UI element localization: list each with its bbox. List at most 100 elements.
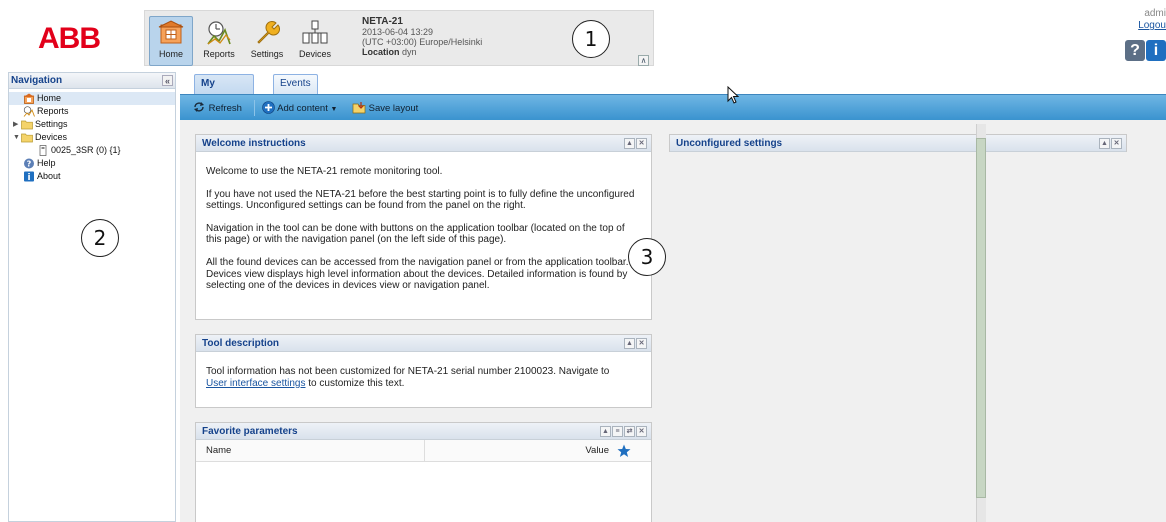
nav-item-settings[interactable]: ▶ Settings (9, 118, 175, 131)
logout-link[interactable]: Logou (1138, 20, 1166, 32)
collapse-arrow-icon[interactable]: ▼ (13, 131, 21, 144)
add-content-label: Add content (277, 103, 328, 114)
wrench-icon (257, 21, 280, 44)
welcome-instructions-panel: Welcome instructions ▲ ✕ Welcome to use t… (195, 134, 652, 320)
favorites-column-headers: Name Value (196, 440, 651, 462)
settings-icon[interactable]: ⇄ (624, 426, 635, 437)
unconfigured-settings-panel: Unconfigured settings ▲ ✕ (669, 134, 1127, 152)
refresh-icon (194, 102, 204, 112)
folder-icon (21, 120, 33, 130)
nav-item-label: 0025_3SR (0) {1} (51, 145, 121, 155)
collapse-panel-icon[interactable]: ▲ (624, 338, 635, 349)
callout-3: 3 (628, 238, 666, 276)
collapse-panel-icon[interactable]: ▲ (624, 138, 635, 149)
panel-header: Unconfigured settings ▲ ✕ (670, 135, 1126, 152)
location-value: dyn (402, 47, 417, 57)
collapse-toolbar-button[interactable]: ∧ (638, 55, 649, 66)
panel-title: Unconfigured settings (676, 138, 783, 149)
add-content-button[interactable]: Add content ▼ (262, 101, 337, 117)
reports-icon (207, 21, 231, 45)
username: admi (1144, 8, 1166, 19)
tab-my-frontpage[interactable]: My frontpage (194, 74, 255, 107)
help-icons: ? i (1124, 40, 1166, 61)
panel-tools: ▲ ✕ (623, 138, 647, 155)
toolbar-reports-button[interactable]: Reports (197, 16, 241, 66)
panel-title: Welcome instructions (202, 138, 306, 149)
toolbar-devices-button[interactable]: Devices (293, 16, 337, 66)
nav-item-devices[interactable]: ▼ Devices (9, 131, 175, 144)
refresh-button[interactable]: Refresh (192, 101, 242, 116)
user-interface-settings-link[interactable]: User interface settings (206, 378, 306, 389)
nav-item-label: Home (37, 93, 62, 103)
add-icon (262, 101, 275, 114)
devices-icon (302, 20, 328, 44)
frontpage-content: Welcome instructions ▲ ✕ Welcome to use t… (180, 120, 1166, 522)
column-header-value[interactable]: Value (585, 440, 609, 462)
toolbar-reports-label: Reports (203, 49, 235, 59)
navigation-panel: Navigation « Home Reports ▶ Settings ▼ Dev… (8, 72, 176, 522)
welcome-paragraph: Welcome to use the NETA-21 remote monito… (206, 166, 443, 177)
nav-item-reports[interactable]: Reports (9, 105, 175, 118)
collapse-panel-icon[interactable]: ▲ (600, 426, 611, 437)
folder-open-icon (21, 133, 33, 143)
panel-tools: ▲ ✕ (623, 338, 647, 355)
help-icon: ? (24, 158, 34, 169)
home-icon (158, 20, 184, 44)
list-icon[interactable]: ≡ (612, 426, 623, 437)
tool-description-text: Tool information has not been customized… (206, 366, 610, 377)
device-icon (39, 145, 47, 156)
panel-title: Favorite parameters (202, 426, 298, 437)
app-header: ABB Home Reports Settings Devices NETA-2… (0, 0, 1166, 68)
info-icon: i (24, 171, 34, 182)
welcome-paragraph: Navigation in the tool can be done with … (206, 222, 625, 246)
expand-arrow-icon[interactable]: ▶ (13, 118, 21, 131)
svg-text:i: i (27, 173, 30, 182)
action-bar: Refresh Add content ▼ Save layout (180, 94, 1166, 120)
column-divider (424, 440, 425, 462)
welcome-paragraph: If you have not used the NETA-21 before … (206, 188, 635, 212)
navigation-header: Navigation « (9, 73, 175, 89)
column-header-name[interactable]: Name (206, 440, 231, 462)
panel-header: Favorite parameters ▲ ≡ ⇄ ✕ (196, 423, 651, 440)
nav-item-label: Devices (35, 132, 68, 142)
nav-item-about[interactable]: i About (9, 170, 175, 183)
device-info: NETA-21 2013-06-04 13:29 (UTC +03:00) Eu… (362, 17, 482, 58)
close-icon[interactable]: ✕ (1111, 138, 1122, 149)
tool-description-text-after: to customize this text. (308, 377, 405, 389)
toolbar-devices-label: Devices (298, 49, 331, 59)
close-icon[interactable]: ✕ (636, 426, 647, 437)
panel-body: Welcome to use the NETA-21 remote monito… (196, 152, 651, 309)
vertical-scrollbar-thumb[interactable] (976, 138, 986, 498)
toolbar-home-button[interactable]: Home (149, 16, 193, 66)
abb-logo: ABB (38, 22, 101, 55)
toolbar-settings-label: Settings (250, 49, 284, 59)
nav-item-label: About (37, 171, 61, 181)
nav-item-label: Reports (37, 106, 69, 116)
save-layout-icon (352, 102, 366, 114)
device-datetime: 2013-06-04 13:29 (362, 27, 434, 37)
close-icon[interactable]: ✕ (636, 338, 647, 349)
collapse-panel-icon[interactable]: ▲ (1099, 138, 1110, 149)
save-layout-button[interactable]: Save layout (352, 101, 418, 116)
welcome-paragraph: All the found devices can be accessed fr… (206, 256, 629, 292)
panel-body: Tool information has not been customized… (196, 352, 651, 395)
nav-item-help[interactable]: ? Help (9, 157, 175, 170)
collapse-navigation-button[interactable]: « (162, 75, 173, 86)
nav-item-home[interactable]: Home (9, 92, 175, 105)
favorite-parameters-panel: Favorite parameters ▲ ≡ ⇄ ✕ Name Value (195, 422, 652, 522)
help-icon[interactable]: ? (1125, 40, 1145, 61)
info-icon[interactable]: i (1146, 40, 1166, 61)
close-icon[interactable]: ✕ (636, 138, 647, 149)
chevron-down-icon: ▼ (330, 106, 338, 113)
panel-header: Tool description ▲ ✕ (196, 335, 651, 352)
svg-text:?: ? (27, 160, 32, 169)
star-icon[interactable] (617, 444, 631, 458)
toolbar-settings-button[interactable]: Settings (245, 16, 289, 66)
location-label: Location (362, 47, 400, 57)
tool-description-panel: Tool description ▲ ✕ Tool information has… (195, 334, 652, 408)
panel-header: Welcome instructions ▲ ✕ (196, 135, 651, 152)
nav-item-device-0025-3sr[interactable]: 0025_3SR (0) {1} (9, 144, 175, 157)
tab-events[interactable]: Events (273, 74, 318, 94)
mouse-cursor-icon (727, 86, 739, 104)
refresh-label: Refresh (208, 103, 242, 114)
